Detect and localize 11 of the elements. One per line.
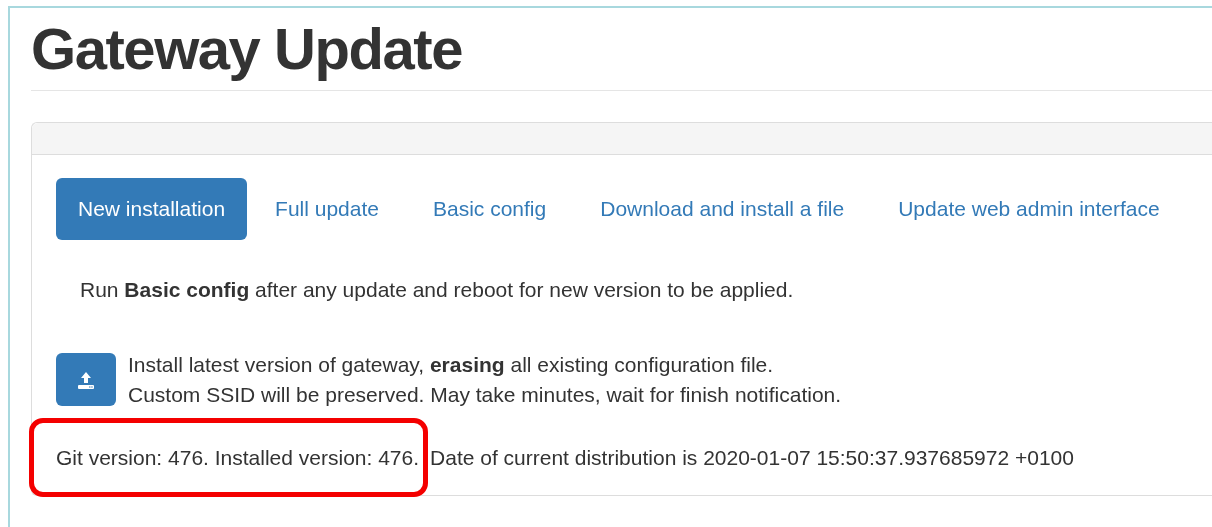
version-text: Git version: 476. Installed version: 476.	[56, 445, 420, 469]
tab[interactable]: Basic config	[407, 178, 573, 240]
note-text: Run Basic config after any update and reboot for new version to be applied.	[80, 277, 794, 303]
tab[interactable]: Full update	[249, 178, 405, 240]
tab[interactable]: Download and install a file	[574, 178, 871, 240]
upload-button[interactable]	[56, 353, 116, 406]
tab[interactable]: New installation	[56, 178, 248, 240]
description-text: Install latest version of gateway, erasing all existing configuration file.	[128, 351, 775, 378]
distribution-date-text: Date of current distribution is 2020-01-07 15:50:37.937685972 +0100	[430, 444, 1074, 471]
tab[interactable]: Update web admin interface	[872, 178, 1186, 240]
description-text: Custom SSID will be preserved. May take minutes, wait for finish notification.	[128, 381, 842, 408]
